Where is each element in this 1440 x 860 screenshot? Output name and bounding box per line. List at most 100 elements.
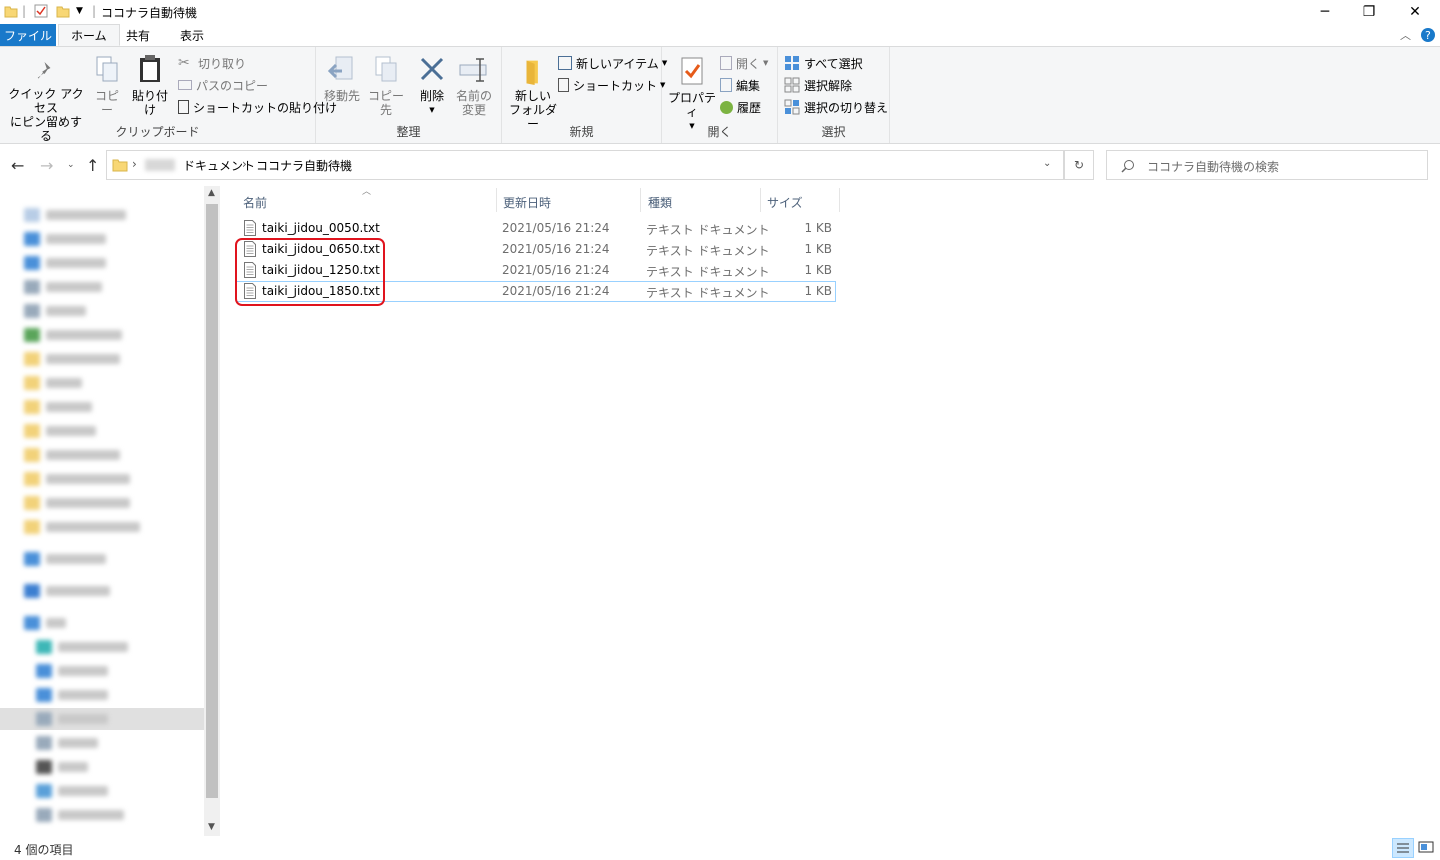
nav-item[interactable] <box>24 400 92 414</box>
large-icons-view-button[interactable] <box>1416 838 1436 858</box>
maximize-button[interactable]: ❐ <box>1346 0 1392 24</box>
invert-selection-label: 選択の切り替え <box>804 100 889 115</box>
edit-button[interactable]: 編集 <box>720 75 760 95</box>
column-divider[interactable] <box>640 188 641 212</box>
copy-button[interactable]: コピー <box>90 53 124 117</box>
tab-home[interactable]: ホーム <box>58 24 120 46</box>
file-date: 2021/05/16 21:24 <box>502 263 610 277</box>
file-name[interactable]: taiki_jidou_0050.txt <box>262 221 380 235</box>
file-list[interactable]: ︿ 名前 更新日時 種類 サイズ taiki_jidou_0050.txt 20… <box>222 186 1440 836</box>
nav-item[interactable] <box>36 688 108 702</box>
file-type: テキスト ドキュメント <box>646 223 770 237</box>
nav-item[interactable] <box>36 664 108 678</box>
properties-check-icon[interactable] <box>34 4 48 18</box>
nav-item[interactable] <box>24 616 66 630</box>
nav-item[interactable] <box>36 736 98 750</box>
select-group-label: 選択 <box>821 125 846 139</box>
column-header-date[interactable]: 更新日時 <box>503 194 551 211</box>
move-to-icon <box>327 56 353 80</box>
search-box[interactable]: ココナラ自動待機の検索 <box>1106 150 1428 180</box>
scroll-down-icon[interactable]: ▼ <box>208 822 215 832</box>
rename-button[interactable]: 名前の 変更 <box>454 53 494 117</box>
open-group-label: 開く <box>707 125 732 139</box>
table-row[interactable]: taiki_jidou_0050.txt 2021/05/16 21:24 テキ… <box>236 218 836 239</box>
refresh-button[interactable]: ↻ <box>1064 150 1094 180</box>
new-item-icon <box>558 56 572 70</box>
nav-item[interactable] <box>24 232 106 246</box>
nav-item[interactable] <box>24 280 102 294</box>
tab-view[interactable]: 表示 <box>168 24 216 46</box>
breadcrumb-separator[interactable]: › <box>132 157 137 171</box>
item-count: 4 個の項目 <box>14 843 74 857</box>
column-header-size[interactable]: サイズ <box>767 194 803 211</box>
tab-file[interactable]: ファイル <box>0 24 56 46</box>
new-folder-button[interactable]: 新しい フォルダー <box>506 59 560 131</box>
copy-to-button[interactable]: コピー先 <box>364 53 408 117</box>
copy-to-label: コピー先 <box>367 89 404 117</box>
nav-item[interactable] <box>24 472 130 486</box>
recent-locations-icon[interactable]: ⌄ <box>67 160 75 170</box>
shortcut-button[interactable]: ショートカット ▼ <box>558 75 665 95</box>
qat-dropdown-icon[interactable]: ▼ <box>76 6 83 16</box>
breadcrumb-separator-2[interactable]: › <box>242 157 247 171</box>
details-view-button[interactable] <box>1392 838 1414 858</box>
collapse-ribbon-icon[interactable]: ︿ <box>1400 27 1411 43</box>
column-header-name[interactable]: 名前 <box>243 194 267 211</box>
properties-button[interactable]: プロパティ ▼ <box>666 55 718 133</box>
nav-item[interactable] <box>24 304 86 318</box>
minimize-button[interactable]: ─ <box>1302 0 1348 24</box>
nav-item[interactable] <box>24 520 140 534</box>
column-divider[interactable] <box>496 188 497 212</box>
breadcrumb-current-folder[interactable]: ココナラ自動待機 <box>256 157 352 174</box>
address-dropdown-icon[interactable]: ⌄ <box>1043 158 1051 169</box>
nav-item[interactable] <box>36 808 124 822</box>
copy-path-button[interactable]: パスのコピー <box>178 75 268 95</box>
nav-item[interactable] <box>36 760 88 774</box>
back-arrow-icon[interactable]: ← <box>11 156 24 175</box>
rename-label-2: 変更 <box>461 103 486 117</box>
up-arrow-icon[interactable]: ↑ <box>86 156 99 175</box>
navigation-pane[interactable] <box>0 186 220 836</box>
select-none-icon <box>784 77 800 93</box>
column-header-type[interactable]: 種類 <box>648 194 672 211</box>
select-all-button[interactable]: すべて選択 <box>784 53 863 73</box>
invert-selection-button[interactable]: 選択の切り替え <box>784 97 888 117</box>
column-divider[interactable] <box>760 188 761 212</box>
nav-item[interactable] <box>24 328 122 342</box>
forward-arrow-icon[interactable]: → <box>40 156 53 175</box>
copy-to-icon <box>375 56 397 82</box>
nav-item[interactable] <box>24 424 96 438</box>
nav-item[interactable] <box>24 256 106 270</box>
new-folder-qat-icon[interactable] <box>56 4 70 18</box>
nav-item[interactable] <box>36 712 108 726</box>
cut-button[interactable]: ✂ 切り取り <box>178 53 246 73</box>
history-button[interactable]: 履歴 <box>720 97 761 117</box>
help-icon[interactable]: ? <box>1420 27 1436 43</box>
select-none-button[interactable]: 選択解除 <box>784 75 852 95</box>
nav-item[interactable] <box>36 784 108 798</box>
new-item-button[interactable]: 新しいアイテム ▼ <box>558 53 667 73</box>
new-group: 新しい フォルダー 新しいアイテム ▼ ショートカット ▼ 新規 <box>502 47 667 143</box>
nav-item[interactable] <box>36 640 128 654</box>
select-group: すべて選択 選択解除 選択の切り替え 選択 <box>778 47 890 143</box>
scroll-up-icon[interactable]: ▲ <box>208 188 215 198</box>
svg-text:?: ? <box>1425 29 1431 42</box>
nav-scrollbar[interactable]: ▲ ▼ <box>204 186 220 836</box>
nav-item[interactable] <box>24 496 130 510</box>
nav-item[interactable] <box>24 352 120 366</box>
delete-button[interactable]: 削除 ▼ <box>414 53 450 117</box>
nav-item[interactable] <box>24 552 106 566</box>
address-bar[interactable]: › ドキュメント › ココナラ自動待機 ⌄ <box>106 150 1064 180</box>
nav-item[interactable] <box>24 448 120 462</box>
nav-item[interactable] <box>24 208 126 222</box>
nav-item[interactable] <box>24 376 82 390</box>
close-button[interactable]: ✕ <box>1392 0 1438 24</box>
nav-item[interactable] <box>24 584 110 598</box>
move-to-button[interactable]: 移動先 <box>320 53 364 103</box>
tab-share[interactable]: 共有 <box>114 24 162 46</box>
open-button[interactable]: 開く ▼ <box>720 53 768 73</box>
column-divider[interactable] <box>839 188 840 212</box>
paste-button[interactable]: 貼り付け <box>128 53 172 117</box>
paste-shortcut-button[interactable]: ショートカットの貼り付け <box>178 97 337 117</box>
scroll-thumb[interactable] <box>206 204 218 798</box>
